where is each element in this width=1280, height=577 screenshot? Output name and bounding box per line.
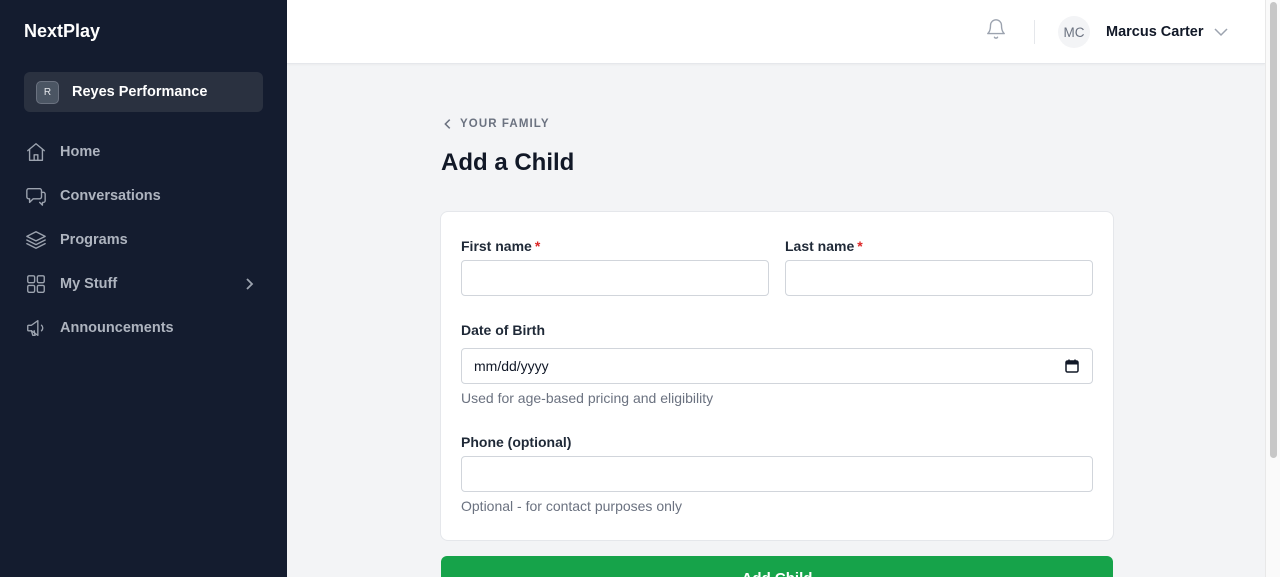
add-child-button[interactable]: Add Child [441,556,1113,577]
required-marker: * [534,238,541,254]
page-title: Add a Child [441,149,575,176]
sidebar-item-label: Programs [60,232,128,248]
home-icon [24,140,48,164]
phone-help-text: Optional - for contact purposes only [461,498,683,514]
dob-placeholder: mm/dd/yyyy [474,358,549,374]
user-name: Marcus Carter [1106,24,1204,40]
sidebar-nav: Home Conversations Programs My Stuff Ann… [24,130,263,350]
first-name-label: First name * [461,238,540,254]
chevron-down-icon [1213,24,1229,40]
last-name-label-text: Last name [785,238,855,254]
required-marker: * [857,238,863,254]
sidebar-item-my-stuff[interactable]: My Stuff [24,262,263,306]
dob-label: Date of Birth [461,322,545,338]
dob-date-input[interactable]: mm/dd/yyyy [461,348,1093,384]
chevron-right-icon[interactable] [241,276,257,292]
sidebar-item-label: Announcements [60,320,174,336]
page-scrollbar[interactable] [1265,0,1280,577]
grid-icon [24,272,48,296]
sidebar-item-home[interactable]: Home [24,130,263,174]
avatar: MC [1058,16,1090,48]
phone-input[interactable] [461,456,1093,492]
bell-icon[interactable] [985,18,1009,42]
chat-bubbles-icon [24,184,48,208]
sidebar: NextPlay R Reyes Performance Home Conver… [0,0,287,577]
first-name-input[interactable] [461,260,769,296]
calendar-icon[interactable] [1065,359,1079,373]
scrollbar-thumb[interactable] [1270,2,1277,458]
top-header: MC Marcus Carter [287,0,1265,64]
sidebar-item-label: Conversations [60,188,161,204]
last-name-label: Last name * [785,238,863,254]
user-menu[interactable]: MC Marcus Carter [1058,16,1229,48]
add-child-form-card: First name * Last name * Date of Birth mm/… [440,211,1114,541]
last-name-input[interactable] [785,260,1093,296]
megaphone-icon [24,316,48,340]
sidebar-item-programs[interactable]: Programs [24,218,263,262]
first-name-label-text: First name [461,238,532,254]
sidebar-item-label: My Stuff [60,276,118,292]
chevron-left-icon [444,119,451,129]
layers-icon [24,228,48,252]
organization-switcher[interactable]: R Reyes Performance [24,72,263,112]
sidebar-item-announcements[interactable]: Announcements [24,306,263,350]
back-to-family-link[interactable]: YOUR FAMILY [441,117,550,131]
sidebar-item-conversations[interactable]: Conversations [24,174,263,218]
header-divider [1034,20,1035,44]
brand-logo-text: NextPlay [24,21,101,41]
sidebar-item-label: Home [60,144,101,160]
organization-name: Reyes Performance [72,84,208,100]
organization-avatar: R [36,80,59,104]
phone-label: Phone (optional) [461,434,572,450]
dob-help-text: Used for age-based pricing and eligibili… [461,390,714,406]
back-link-label: YOUR FAMILY [460,118,550,130]
